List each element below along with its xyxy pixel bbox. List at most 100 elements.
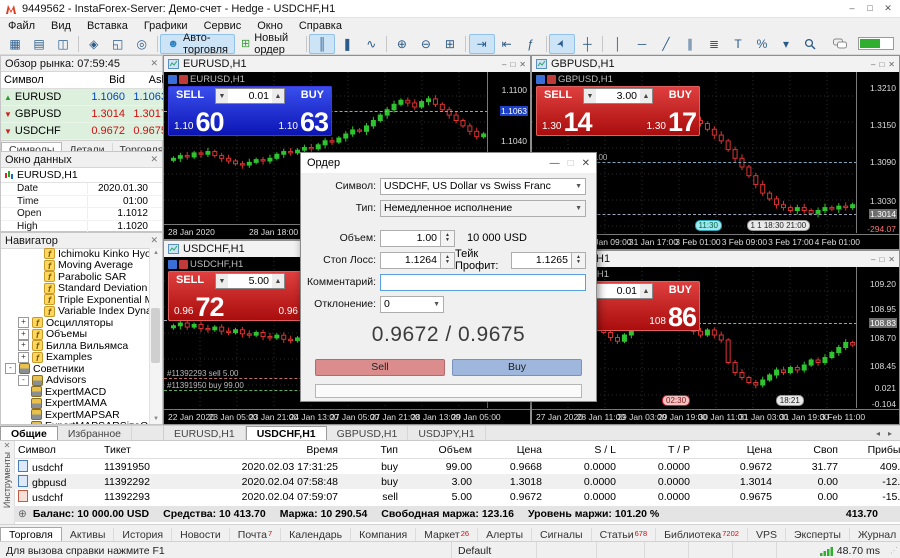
- volume-down-icon[interactable]: ▼: [584, 89, 596, 103]
- bottom-tab-Сигналы[interactable]: Сигналы: [532, 528, 592, 542]
- one-click-volume-value[interactable]: 3.00: [596, 90, 640, 102]
- bottom-tab-Статьи[interactable]: Статьи678: [592, 528, 657, 542]
- menu-Вид[interactable]: Вид: [43, 20, 79, 32]
- collapse-icon[interactable]: -: [5, 363, 16, 374]
- one-click-buy-price[interactable]: 1.3017: [640, 109, 696, 136]
- price-axis[interactable]: 109.20108.95108.83108.70108.450.021-0.10…: [856, 267, 899, 408]
- chart-minimize-button[interactable]: –: [871, 255, 875, 264]
- auto-scroll-button[interactable]: ⇥: [469, 34, 495, 54]
- deviation-select[interactable]: 0 ▼: [380, 296, 444, 313]
- market-watch-close-icon[interactable]: ✕: [150, 58, 158, 69]
- equidistant-channel-button[interactable]: ∥: [678, 35, 702, 53]
- indicators-button[interactable]: ƒ: [519, 35, 543, 53]
- one-click-sell-price[interactable]: 0.9672: [168, 294, 224, 321]
- cursor-button[interactable]: ➤: [549, 34, 575, 54]
- collapse-icon[interactable]: -: [18, 375, 29, 386]
- one-click-volume-stepper[interactable]: ▼5.00▲: [215, 273, 285, 289]
- data-window-button[interactable]: ◱: [106, 35, 130, 53]
- market-watch-col-Символ[interactable]: Символ: [1, 72, 85, 89]
- navigator-item-triple-exponential-movin[interactable]: fTriple Exponential Movin: [1, 294, 150, 306]
- scroll-right-icon[interactable]: ▸: [888, 429, 892, 438]
- navigator-item-советники[interactable]: -Советники: [1, 363, 150, 375]
- volume-stepper[interactable]: 1.00 ▲▼: [380, 230, 455, 247]
- volume-up-icon[interactable]: ▲: [640, 89, 652, 103]
- one-click-buy-price[interactable]: 10886: [643, 304, 696, 331]
- bottom-tab-Алерты[interactable]: Алерты: [478, 528, 532, 542]
- navigator-item-expertmapsar[interactable]: ExpertMAPSAR: [1, 409, 150, 421]
- expand-icon[interactable]: +: [18, 329, 29, 340]
- sell-button[interactable]: Sell: [315, 359, 445, 376]
- navigator-scrollbar[interactable]: ▲ ▼: [149, 248, 162, 424]
- one-click-volume-value[interactable]: 0.01: [596, 285, 640, 297]
- window-minimize-button[interactable]: –: [844, 3, 860, 14]
- menu-Сервис[interactable]: Сервис: [196, 20, 250, 32]
- positions-col-Объем[interactable]: Объем: [402, 441, 476, 459]
- bottom-tab-Библиотека[interactable]: Библиотека7202: [656, 528, 748, 542]
- take-profit-stepper[interactable]: 1.1265 ▲▼: [511, 252, 586, 269]
- time-axis[interactable]: 27 Jan 202028 Jan 11:0029 Jan 03:0029 Ja…: [532, 409, 899, 424]
- chart-close-button[interactable]: ✕: [519, 60, 526, 69]
- chart-minimize-button[interactable]: –: [502, 60, 506, 69]
- chart-maximize-button[interactable]: □: [879, 255, 884, 264]
- buy-button[interactable]: Buy: [452, 359, 582, 376]
- chart-tab-USDCHF,H1[interactable]: USDCHF,H1: [246, 426, 327, 441]
- navigator-item-expertmapsarsizeoptim[interactable]: ExpertMAPSARSizeOptim: [1, 421, 150, 425]
- chart-tab-EURUSD,H1[interactable]: EURUSD,H1: [164, 426, 246, 441]
- positions-col-Своп[interactable]: Своп: [776, 441, 842, 459]
- toolbox-close-icon[interactable]: ✕: [0, 441, 14, 450]
- chart-shift-button[interactable]: ⇤: [495, 35, 519, 53]
- volume-up-icon[interactable]: ▲: [272, 89, 284, 103]
- fibonacci-button[interactable]: ≣: [702, 35, 726, 53]
- navigator-item-осцилляторы[interactable]: +fОсцилляторы: [1, 317, 150, 329]
- arrow-objects-button[interactable]: %: [750, 35, 774, 53]
- stop-loss-stepper[interactable]: 1.1264 ▲▼: [380, 252, 455, 269]
- bottom-tab-Новости[interactable]: Новости: [172, 528, 230, 542]
- trendline-button[interactable]: ╱: [654, 35, 678, 53]
- horizontal-line-button[interactable]: ─: [630, 35, 654, 53]
- bars-chart-button[interactable]: ║: [309, 34, 335, 54]
- history-center-button[interactable]: ◫: [51, 35, 75, 53]
- one-click-sell-button[interactable]: SELL: [176, 89, 204, 101]
- bottom-tab-Эксперты[interactable]: Эксперты: [786, 528, 850, 542]
- line-chart-button[interactable]: ∿: [359, 35, 383, 53]
- positions-col-Время[interactable]: Время: [194, 441, 342, 459]
- window-close-button[interactable]: ✕: [880, 3, 896, 14]
- comment-input[interactable]: [380, 274, 586, 291]
- one-click-volume-value[interactable]: 0.01: [228, 90, 272, 102]
- bottom-tab-История[interactable]: История: [114, 528, 172, 542]
- vertical-line-button[interactable]: │: [606, 35, 630, 53]
- data-window-close-icon[interactable]: ✕: [150, 154, 158, 165]
- volume-up-icon[interactable]: ▲: [272, 274, 284, 288]
- one-click-volume-stepper[interactable]: ▼0.01▲: [215, 88, 285, 104]
- one-click-sell-button[interactable]: SELL: [176, 274, 204, 286]
- navigator-button[interactable]: ◎: [130, 35, 154, 53]
- chart-maximize-button[interactable]: □: [510, 60, 515, 69]
- bottom-tab-Маркет[interactable]: Маркет26: [416, 528, 478, 542]
- chart-close-button[interactable]: ✕: [888, 255, 895, 264]
- order-type-select[interactable]: Немедленное исполнение ▼: [380, 200, 586, 217]
- one-click-volume-value[interactable]: 5.00: [228, 275, 272, 287]
- one-click-sell-price[interactable]: 1.1060: [168, 109, 224, 136]
- new-order-button[interactable]: ⊞Новый ордер: [235, 35, 303, 53]
- navigator-item-parabolic-sar[interactable]: fParabolic SAR: [1, 271, 150, 283]
- chart-tab-USDJPY,H1[interactable]: USDJPY,H1: [408, 426, 485, 441]
- one-click-sell-price[interactable]: 1.3014: [536, 109, 592, 136]
- navigator-tab-Общие[interactable]: Общие: [0, 426, 58, 441]
- menu-Графики[interactable]: Графики: [136, 20, 196, 32]
- resize-grip[interactable]: ⋰: [890, 546, 900, 555]
- navigator-item-advisors[interactable]: -Advisors: [1, 375, 150, 387]
- one-click-buy-button[interactable]: BUY: [669, 284, 692, 296]
- navigator-tab-Избранное[interactable]: Избранное: [58, 426, 132, 441]
- dialog-minimize-button[interactable]: —: [550, 158, 560, 169]
- expand-icon[interactable]: +: [18, 340, 29, 351]
- expand-balance-icon[interactable]: ⊕: [18, 508, 27, 520]
- menu-Справка[interactable]: Справка: [291, 20, 350, 32]
- navigator-item-variable-index-dynamic-a[interactable]: fVariable Index Dynamic A: [1, 306, 150, 318]
- expand-icon[interactable]: +: [18, 317, 29, 328]
- market-watch-button[interactable]: ◈: [82, 35, 106, 53]
- new-chart-button[interactable]: ▦: [3, 35, 27, 53]
- volume-up-icon[interactable]: ▲: [640, 284, 652, 298]
- positions-col-Тикет[interactable]: Тикет: [100, 441, 194, 459]
- navigator-item-expertmama[interactable]: ExpertMAMA: [1, 398, 150, 410]
- text-label-button[interactable]: T: [726, 35, 750, 53]
